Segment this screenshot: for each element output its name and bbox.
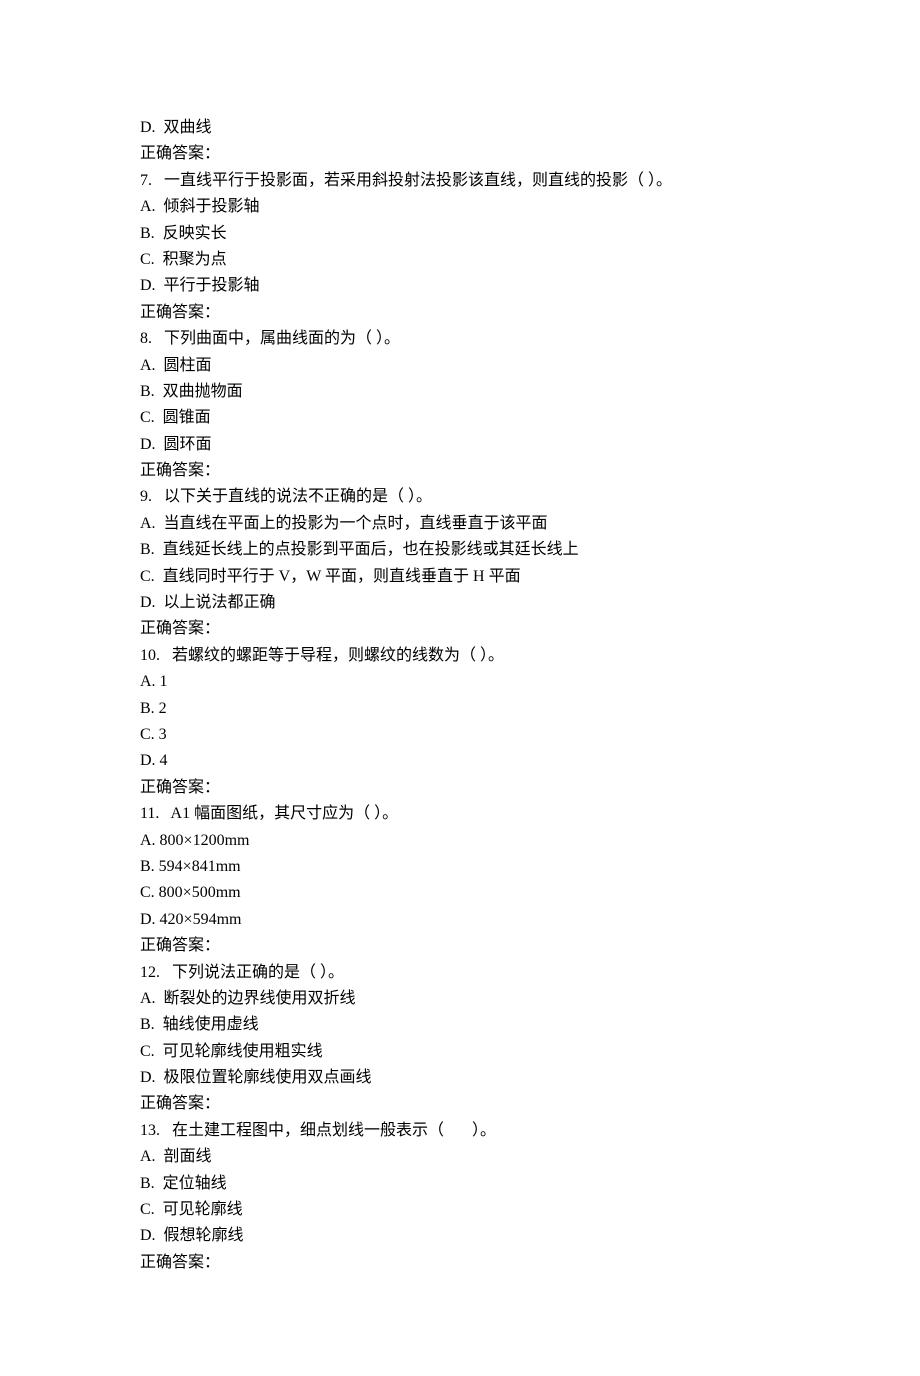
text-line: 正确答案：: [140, 141, 780, 167]
text-line: C. 可见轮廓线: [140, 1197, 780, 1223]
text-line: C. 3: [140, 722, 780, 748]
text-line: 正确答案：: [140, 616, 780, 642]
text-line: D. 以上说法都正确: [140, 590, 780, 616]
text-line: C. 直线同时平行于 V，W 平面，则直线垂直于 H 平面: [140, 564, 780, 590]
text-line: C. 800×500mm: [140, 880, 780, 906]
text-line: A. 圆柱面: [140, 353, 780, 379]
text-line: 9. 以下关于直线的说法不正确的是（ ）。: [140, 484, 780, 510]
text-line: 正确答案：: [140, 775, 780, 801]
text-line: 12. 下列说法正确的是（ ）。: [140, 960, 780, 986]
text-line: D. 圆环面: [140, 432, 780, 458]
text-line: B. 2: [140, 696, 780, 722]
text-line: B. 定位轴线: [140, 1171, 780, 1197]
text-line: D. 假想轮廓线: [140, 1223, 780, 1249]
text-line: D. 420×594mm: [140, 907, 780, 933]
text-line: 正确答案：: [140, 933, 780, 959]
text-line: D. 双曲线: [140, 115, 780, 141]
text-line: B. 双曲抛物面: [140, 379, 780, 405]
text-line: B. 轴线使用虚线: [140, 1012, 780, 1038]
text-line: 8. 下列曲面中，属曲线面的为（ ）。: [140, 326, 780, 352]
text-line: 正确答案：: [140, 1250, 780, 1276]
text-line: D. 平行于投影轴: [140, 273, 780, 299]
text-line: 10. 若螺纹的螺距等于导程，则螺纹的线数为（ ）。: [140, 643, 780, 669]
text-line: 11. A1 幅面图纸，其尺寸应为（ ）。: [140, 801, 780, 827]
text-line: 13. 在土建工程图中，细点划线一般表示（ ）。: [140, 1118, 780, 1144]
text-line: A. 800×1200mm: [140, 828, 780, 854]
text-line: 7. 一直线平行于投影面，若采用斜投射法投影该直线，则直线的投影（ ）。: [140, 168, 780, 194]
text-line: B. 反映实长: [140, 221, 780, 247]
text-line: A. 断裂处的边界线使用双折线: [140, 986, 780, 1012]
text-line: D. 极限位置轮廓线使用双点画线: [140, 1065, 780, 1091]
document-content: D. 双曲线 正确答案： 7. 一直线平行于投影面，若采用斜投射法投影该直线，则…: [140, 115, 780, 1276]
text-line: C. 可见轮廓线使用粗实线: [140, 1039, 780, 1065]
text-line: 正确答案：: [140, 458, 780, 484]
text-line: 正确答案：: [140, 300, 780, 326]
text-line: A. 1: [140, 669, 780, 695]
text-line: 正确答案：: [140, 1091, 780, 1117]
text-line: C. 积聚为点: [140, 247, 780, 273]
text-line: A. 当直线在平面上的投影为一个点时，直线垂直于该平面: [140, 511, 780, 537]
text-line: B. 594×841mm: [140, 854, 780, 880]
text-line: B. 直线延长线上的点投影到平面后，也在投影线或其廷长线上: [140, 537, 780, 563]
text-line: D. 4: [140, 748, 780, 774]
text-line: A. 剖面线: [140, 1144, 780, 1170]
text-line: C. 圆锥面: [140, 405, 780, 431]
text-line: A. 倾斜于投影轴: [140, 194, 780, 220]
